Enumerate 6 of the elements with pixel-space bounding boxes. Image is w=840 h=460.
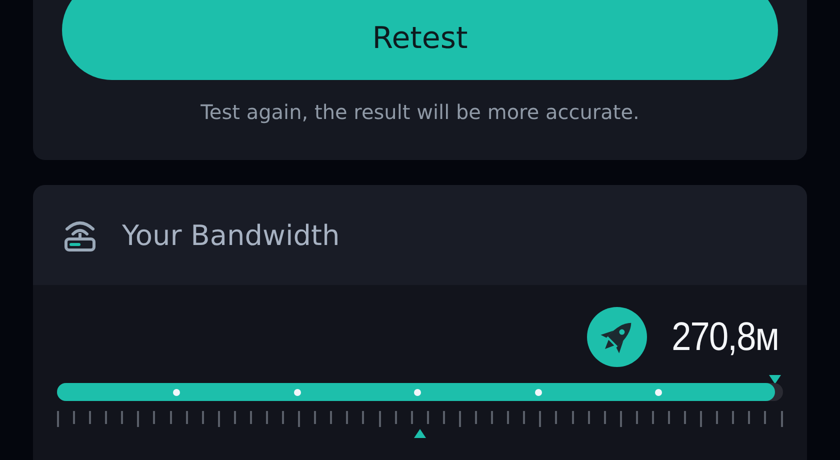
retest-button[interactable]: Retest: [62, 0, 778, 80]
speed-value: 270,8м: [672, 314, 779, 360]
rocket-icon: [587, 307, 648, 367]
card-title: Your Bandwidth: [122, 218, 340, 252]
hint-text: Test again, the result will be more accurate.: [200, 100, 640, 124]
pointer-icon: [414, 429, 426, 438]
